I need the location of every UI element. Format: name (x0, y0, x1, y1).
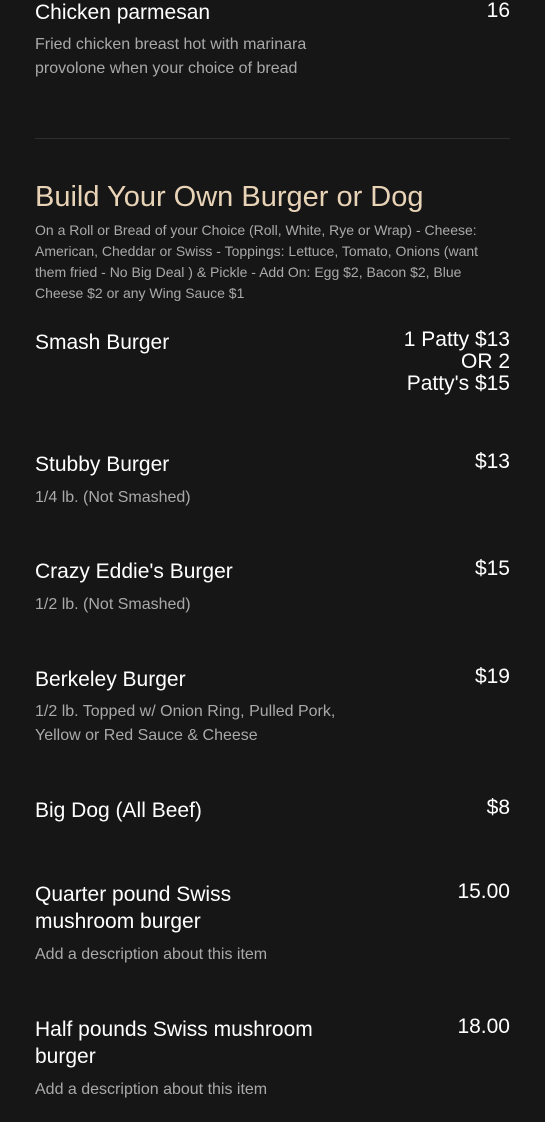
item-name-crazy-eddies-burger: Crazy Eddie's Burger (35, 560, 233, 583)
item-price-quarter-pound-swiss-mushroom-burger: 15.00 (457, 880, 510, 903)
item-description-crazy-eddies-burger: 1/2 lb. (Not Smashed) (35, 596, 191, 613)
item-description-chicken-parmesan: Fried chicken breast hot with marinara p… (35, 36, 307, 77)
item-name-chicken-parmesan: Chicken parmesan (35, 1, 211, 24)
item-price-berkeley-burger: $19 (474, 665, 510, 688)
item-price-crazy-eddies-burger: $15 (474, 557, 510, 580)
section-divider (35, 138, 510, 139)
item-name-half-pound-swiss-mushroom-burger: Half pounds Swiss mushroom burger (35, 1018, 313, 1068)
item-price-stubby-burger: $13 (474, 450, 510, 473)
item-name-smash-burger: Smash Burger (35, 331, 170, 354)
item-name-berkeley-burger: Berkeley Burger (35, 668, 186, 691)
item-description-stubby-burger: 1/4 lb. (Not Smashed) (35, 489, 191, 506)
item-name-big-dog: Big Dog (All Beef) (35, 799, 202, 822)
item-description-berkeley-burger: 1/2 lb. Topped w/ Onion Ring, Pulled Por… (35, 703, 336, 744)
price-line: Patty's $15 (406, 372, 510, 395)
item-description-half-pound-swiss-mushroom-burger: Add a description about this item (35, 1081, 268, 1098)
section-description: On a Roll or Bread of your Choice (Roll,… (35, 222, 479, 301)
item-name-quarter-pound-swiss-mushroom-burger: Quarter pound Swiss mushroom burger (35, 883, 232, 933)
item-name-stubby-burger: Stubby Burger (35, 453, 170, 476)
section-title: Build Your Own Burger or Dog (35, 181, 424, 213)
item-price-big-dog: $8 (486, 796, 510, 819)
price-line: 1 Patty $13 (403, 328, 510, 351)
item-price-smash-burger: 1 Patty $13 OR 2 Patty's $15 (340, 329, 510, 395)
item-description-quarter-pound-swiss-mushroom-burger: Add a description about this item (35, 946, 268, 963)
item-price-chicken-parmesan: 16 (486, 0, 510, 22)
price-line: OR 2 (460, 350, 510, 373)
item-price-half-pound-swiss-mushroom-burger: 18.00 (457, 1015, 510, 1038)
